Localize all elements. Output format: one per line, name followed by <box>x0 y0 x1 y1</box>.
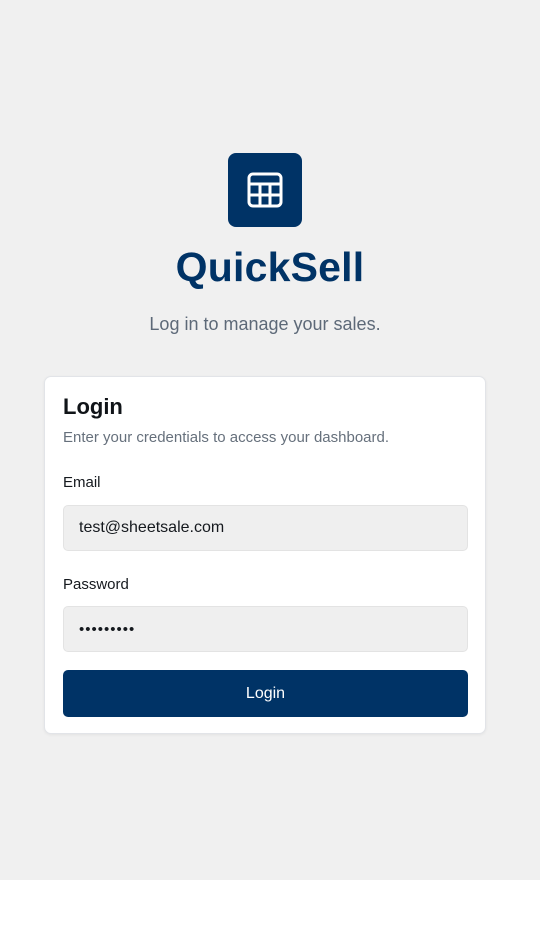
app-title: QuickSell <box>175 244 365 290</box>
email-field[interactable] <box>63 505 468 551</box>
login-button[interactable]: Login <box>63 670 468 717</box>
app-tagline: Log in to manage your sales. <box>149 314 381 334</box>
password-label: Password <box>63 576 129 593</box>
card-title: Login <box>63 394 123 419</box>
login-card: Login Enter your credentials to access y… <box>44 376 486 734</box>
table-grid-icon <box>247 172 283 208</box>
email-label: Email <box>63 474 101 491</box>
card-description: Enter your credentials to access your da… <box>63 429 390 446</box>
login-screen: QuickSell Log in to manage your sales. L… <box>0 0 540 880</box>
app-logo <box>228 153 302 227</box>
password-field[interactable] <box>63 606 468 652</box>
